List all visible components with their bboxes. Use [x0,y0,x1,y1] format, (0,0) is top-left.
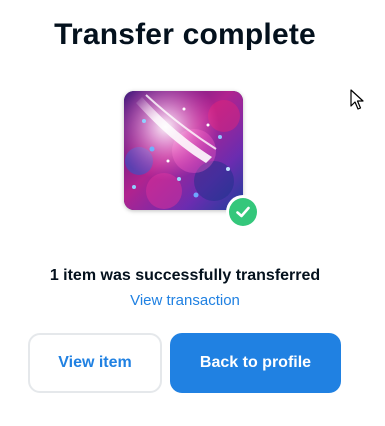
nft-preview [124,91,260,229]
view-transaction-link[interactable]: View transaction [0,292,370,309]
back-to-profile-button[interactable]: Back to profile [170,333,341,393]
mouse-cursor-icon [350,89,364,111]
nft-image [124,91,243,210]
view-item-button[interactable]: View item [28,333,162,393]
success-message: 1 item was successfully transferred [49,267,321,284]
modal-title: Transfer complete [54,18,316,51]
transfer-complete-modal: Transfer complete 1 item was successfull… [0,0,385,426]
check-circle-icon [226,195,260,229]
